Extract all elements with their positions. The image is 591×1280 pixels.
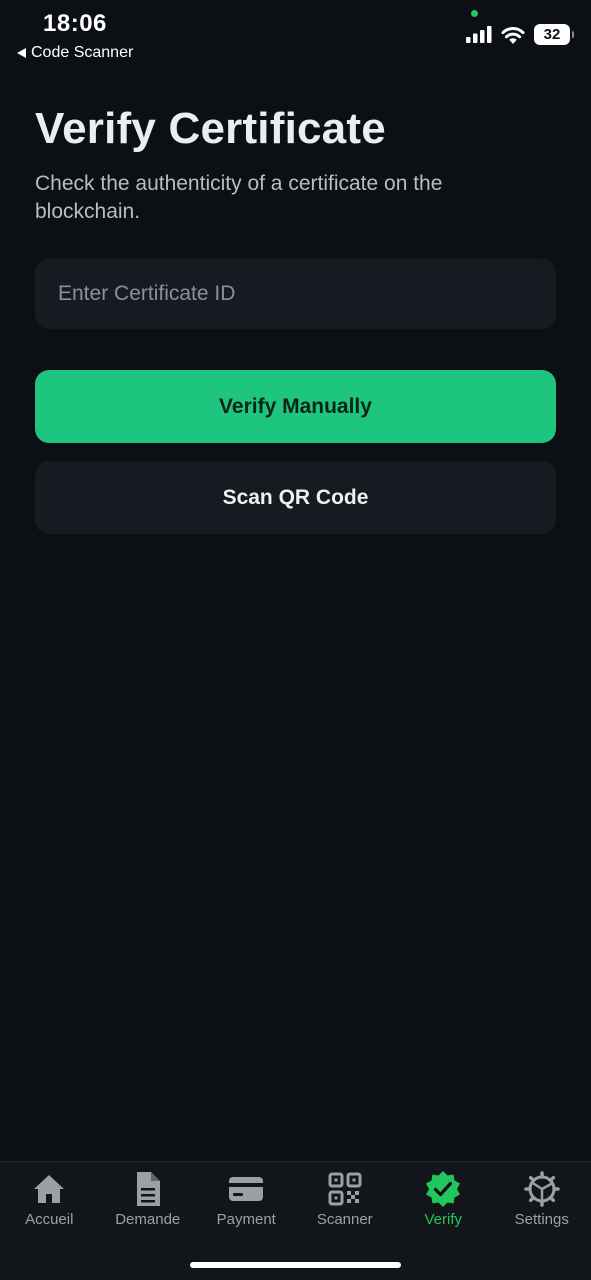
verify-manually-button[interactable]: Verify Manually bbox=[35, 370, 556, 443]
tab-label: Scanner bbox=[316, 1211, 373, 1228]
tab-demande[interactable]: Demande bbox=[99, 1170, 198, 1228]
home-icon bbox=[30, 1170, 68, 1208]
verify-manually-label: Verify Manually bbox=[219, 394, 372, 418]
home-indicator[interactable] bbox=[190, 1262, 401, 1268]
back-to-app-link[interactable]: Code Scanner bbox=[17, 44, 133, 62]
battery-icon: 32 bbox=[534, 24, 574, 45]
tab-verify[interactable]: Verify bbox=[394, 1170, 493, 1228]
signal-icon bbox=[466, 26, 492, 43]
wifi-icon bbox=[501, 26, 525, 44]
certificate-id-input[interactable] bbox=[35, 259, 556, 329]
scan-qr-code-label: Scan QR Code bbox=[222, 485, 369, 509]
tab-label: Settings bbox=[514, 1211, 569, 1228]
tab-label: Demande bbox=[115, 1211, 181, 1228]
tab-settings[interactable]: Settings bbox=[493, 1170, 591, 1228]
tab-label: Payment bbox=[216, 1211, 276, 1228]
back-arrow-icon bbox=[17, 48, 26, 58]
document-icon bbox=[129, 1170, 167, 1208]
credit-card-icon bbox=[227, 1170, 265, 1208]
verify-certificate-screen: 18:06 Code Scanner 32 Verify Certificate bbox=[0, 0, 591, 1280]
tab-list: Accueil Demande Payment Scanner Verify S… bbox=[0, 1170, 591, 1228]
tab-payment[interactable]: Payment bbox=[197, 1170, 296, 1228]
back-link-label: Code Scanner bbox=[31, 44, 134, 61]
page-subtitle: Check the authenticity of a certificate … bbox=[35, 172, 443, 223]
tab-scanner[interactable]: Scanner bbox=[296, 1170, 395, 1228]
battery-level: 32 bbox=[543, 26, 561, 43]
gear-icon bbox=[523, 1170, 561, 1208]
tab-label: Verify bbox=[424, 1211, 462, 1228]
tab-accueil[interactable]: Accueil bbox=[0, 1170, 99, 1228]
scan-qr-code-button[interactable]: Scan QR Code bbox=[35, 461, 556, 534]
status-time: 18:06 bbox=[43, 10, 107, 37]
status-icons: 32 bbox=[466, 24, 574, 45]
qr-code-icon bbox=[326, 1170, 364, 1208]
verified-badge-icon bbox=[424, 1170, 462, 1208]
tab-label: Accueil bbox=[25, 1211, 74, 1228]
page-title: Verify Certificate bbox=[35, 104, 386, 153]
camera-in-use-indicator bbox=[471, 10, 478, 17]
status-bar: 18:06 Code Scanner 32 bbox=[0, 0, 591, 72]
